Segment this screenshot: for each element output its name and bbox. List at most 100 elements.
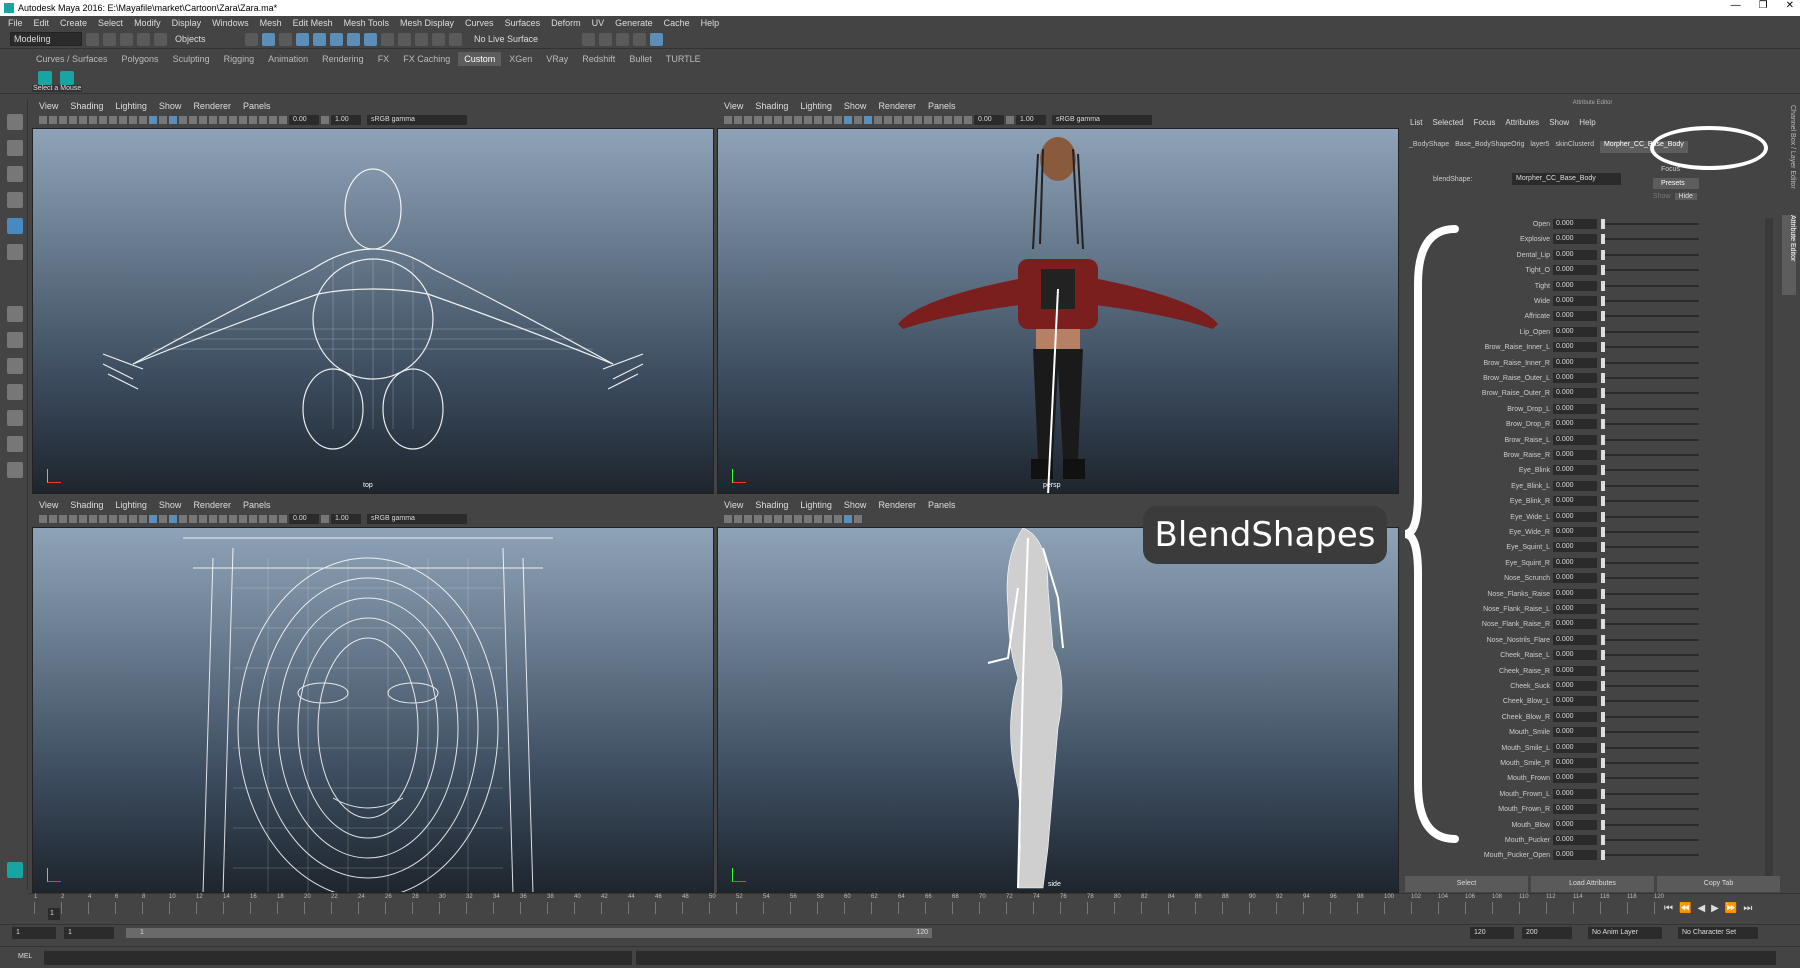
menu-curves[interactable]: Curves <box>465 18 494 28</box>
layout-single-icon[interactable] <box>7 306 23 322</box>
menu-deform[interactable]: Deform <box>551 18 581 28</box>
isolate-select-icon[interactable] <box>249 515 257 523</box>
blendshape-slider-handle[interactable] <box>1601 527 1605 537</box>
smooth-shade-icon[interactable] <box>844 515 852 523</box>
go-to-start-icon[interactable]: ⏮ <box>1664 903 1673 914</box>
blendshape-slider-handle[interactable] <box>1601 819 1605 830</box>
ao-icon[interactable] <box>894 116 902 124</box>
safe-action-icon[interactable] <box>814 116 822 124</box>
vp-menu-lighting[interactable]: Lighting <box>115 500 147 512</box>
blendshape-slider-handle[interactable] <box>1601 804 1605 815</box>
field-chart-icon[interactable] <box>119 116 127 124</box>
bookmark-icon[interactable] <box>59 515 67 523</box>
menu-edit[interactable]: Edit <box>34 18 50 28</box>
safe-action-icon[interactable] <box>814 515 822 523</box>
safe-title-icon[interactable] <box>139 116 147 124</box>
shelf-tab-fx[interactable]: FX <box>372 52 396 66</box>
wireframe-on-shaded-icon[interactable] <box>854 116 862 124</box>
blendshape-weight-field[interactable]: 0.000 <box>1553 588 1597 599</box>
colorspace-dropdown[interactable]: sRGB gamma <box>367 514 467 524</box>
blendshape-weight-field[interactable]: 0.000 <box>1553 480 1597 491</box>
layout-outliner-icon[interactable] <box>7 384 23 400</box>
lights-icon[interactable] <box>189 515 197 523</box>
layout-hypershade-icon[interactable] <box>7 436 23 452</box>
gate-mask-icon[interactable] <box>109 515 117 523</box>
menu-mesh[interactable]: Mesh <box>260 18 282 28</box>
blendshape-name-field[interactable]: Morpher_CC_Base_Body <box>1512 173 1621 185</box>
wireframe-on-shaded-icon[interactable] <box>169 116 177 124</box>
film-gate-icon[interactable] <box>89 515 97 523</box>
mode-dropdown[interactable]: Modeling <box>10 32 82 46</box>
blendshape-weight-field[interactable]: 0.000 <box>1553 280 1597 291</box>
ae-menu-selected[interactable]: Selected <box>1432 118 1463 127</box>
wireframe-on-shaded-icon[interactable] <box>169 515 177 523</box>
gate-mask-icon[interactable] <box>109 116 117 124</box>
gate-mask-icon[interactable] <box>794 515 802 523</box>
menu-mesh-display[interactable]: Mesh Display <box>400 18 454 28</box>
motion-blur-icon[interactable] <box>904 116 912 124</box>
vp-menu-shading[interactable]: Shading <box>755 500 788 512</box>
snap-point-icon[interactable] <box>415 32 428 46</box>
blendshape-slider-track[interactable] <box>1601 669 1699 672</box>
blendshape-slider-track[interactable] <box>1601 577 1699 580</box>
blendshape-slider-handle[interactable] <box>1601 342 1605 353</box>
blendshape-weight-field[interactable]: 0.000 <box>1553 511 1597 522</box>
gamma-field[interactable]: 1.00 <box>1016 115 1046 125</box>
vp-menu-panels[interactable]: Panels <box>928 500 956 512</box>
xray-components-icon[interactable] <box>964 116 972 124</box>
blendshape-slider-handle[interactable] <box>1601 681 1605 691</box>
shadows-icon[interactable] <box>199 515 207 523</box>
blendshape-weight-field[interactable]: 0.000 <box>1553 619 1597 630</box>
menu-display[interactable]: Display <box>172 18 202 28</box>
shelf-tab-polygons[interactable]: Polygons <box>116 52 165 66</box>
blendshape-slider-handle[interactable] <box>1601 357 1605 368</box>
go-to-end-icon[interactable]: ⏭ <box>1743 903 1752 914</box>
blendshape-slider-handle[interactable] <box>1601 557 1605 568</box>
blendshape-weight-field[interactable]: 0.000 <box>1553 788 1597 799</box>
menu-file[interactable]: File <box>8 18 23 28</box>
xray-joints-icon[interactable] <box>269 515 277 523</box>
gamma-field[interactable]: 1.00 <box>331 115 361 125</box>
vp-menu-renderer[interactable]: Renderer <box>193 101 231 113</box>
rotate-tool-icon[interactable] <box>7 218 23 234</box>
isolate-select-icon[interactable] <box>249 116 257 124</box>
blendshape-weight-field[interactable]: 0.000 <box>1553 373 1597 383</box>
xray-icon[interactable] <box>944 116 952 124</box>
vp-menu-renderer[interactable]: Renderer <box>878 101 916 113</box>
blendshape-slider-track[interactable] <box>1601 223 1699 225</box>
step-back-icon[interactable]: ◀ <box>1697 903 1705 914</box>
ae-copy-tab-button[interactable]: Copy Tab <box>1657 876 1780 892</box>
blendshape-slider-handle[interactable] <box>1601 588 1605 599</box>
blendshape-slider-track[interactable] <box>1601 330 1699 333</box>
blendshape-slider-track[interactable] <box>1601 762 1699 764</box>
blendshape-slider-track[interactable] <box>1601 269 1699 272</box>
blendshape-slider-handle[interactable] <box>1601 696 1605 707</box>
xray-joints-icon[interactable] <box>269 116 277 124</box>
component-mode-icon[interactable] <box>279 32 292 46</box>
redo-icon[interactable] <box>154 32 167 46</box>
blendshape-slider-track[interactable] <box>1601 500 1699 503</box>
mel-label[interactable]: MEL <box>18 953 32 960</box>
blendshape-weight-field[interactable]: 0.000 <box>1553 419 1597 430</box>
range-slider[interactable]: 1 120 <box>126 928 932 938</box>
blendshape-slider-track[interactable] <box>1601 685 1699 687</box>
snap-curve-icon[interactable] <box>398 32 411 46</box>
camera-icon[interactable] <box>724 116 732 124</box>
blendshape-weight-field[interactable]: 0.000 <box>1553 527 1597 537</box>
layout-side-icon[interactable] <box>7 358 23 374</box>
grid-icon[interactable] <box>764 515 772 523</box>
image-plane-icon[interactable] <box>69 116 77 124</box>
range-end-field[interactable]: 120 <box>1470 927 1514 939</box>
vp-menu-view[interactable]: View <box>39 101 58 113</box>
depth-of-field-icon[interactable] <box>239 116 247 124</box>
ae-select-button[interactable]: Select <box>1405 876 1528 892</box>
lights-icon[interactable] <box>189 116 197 124</box>
depth-of-field-icon[interactable] <box>239 515 247 523</box>
motion-blur-icon[interactable] <box>219 515 227 523</box>
blendshape-slider-handle[interactable] <box>1601 665 1605 676</box>
ae-menu-focus[interactable]: Focus <box>1474 118 1496 127</box>
vp-menu-lighting[interactable]: Lighting <box>800 500 832 512</box>
vp-menu-renderer[interactable]: Renderer <box>193 500 231 512</box>
blendshape-slider-track[interactable] <box>1601 700 1699 703</box>
show-button[interactable]: Show <box>1653 193 1671 200</box>
